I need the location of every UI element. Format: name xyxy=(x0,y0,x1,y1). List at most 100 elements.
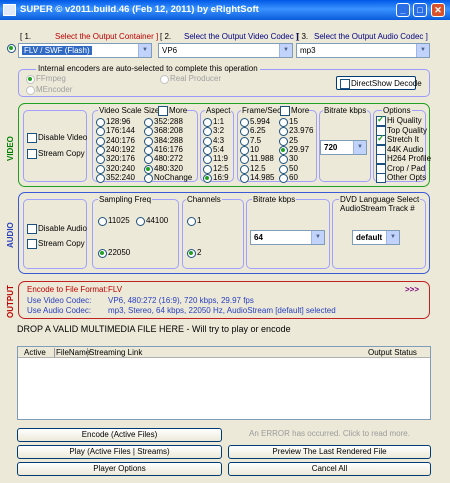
aspect-radio-3[interactable]: 5:4 xyxy=(203,145,224,155)
fps-more-checkbox[interactable]: More xyxy=(280,106,310,116)
output-audio-label: Use Audio Codec: xyxy=(27,306,92,315)
channel-radio-1[interactable]: 1 xyxy=(187,216,201,226)
error-message-link[interactable]: An ERROR has occurred. Click to read mor… xyxy=(228,428,431,442)
column-header-active[interactable]: Active xyxy=(24,348,46,357)
video-bitrate-title: Bitrate kbps xyxy=(323,106,368,115)
output-format-value: FLV xyxy=(108,285,123,294)
option-checkbox-2[interactable]: Stretch It xyxy=(376,133,419,145)
scale-radio-b-6[interactable]: NoChange xyxy=(144,173,192,183)
column-header-filename[interactable]: FileName xyxy=(54,348,90,357)
fps-radio-b-5[interactable]: 50 xyxy=(279,164,298,174)
fps-radio-b-2[interactable]: 25 xyxy=(279,136,298,146)
scale-radio-a-1[interactable]: 176:144 xyxy=(96,126,135,137)
video-bitrate-value: 720 xyxy=(324,143,338,152)
audio-side-label: AUDIO xyxy=(6,222,15,248)
aspect-radio-6[interactable]: 16:9 xyxy=(203,173,229,183)
aspect-radio-2[interactable]: 4:3 xyxy=(203,136,224,146)
option-checkbox-3[interactable]: 44K Audio xyxy=(376,144,423,155)
fps-radio-a-3[interactable]: 10 xyxy=(240,145,259,155)
aspect-title: Aspect xyxy=(205,106,232,115)
container-value: FLV / SWF (Flash) xyxy=(22,46,92,55)
scale-radio-b-3[interactable]: 416:176 xyxy=(144,145,183,155)
option-checkbox-5[interactable]: Crop / Pad xyxy=(376,163,425,174)
option-checkbox-0[interactable]: Hi Quality xyxy=(376,114,422,126)
scale-radio-b-1[interactable]: 368:208 xyxy=(144,126,183,137)
option-checkbox-4[interactable]: H264 Profile xyxy=(376,154,431,164)
container-select[interactable]: FLV / SWF (Flash) ▼ xyxy=(18,43,152,58)
window-title: SUPER © v2011.build.46 (Feb 12, 2011) by… xyxy=(20,4,259,15)
title-bar[interactable]: SUPER © v2011.build.46 (Feb 12, 2011) by… xyxy=(0,0,450,20)
disable-video-checkbox[interactable]: Disable Video xyxy=(27,133,87,143)
fps-radio-b-1[interactable]: 23.976 xyxy=(279,126,313,137)
video-codec-step: [ 2. xyxy=(160,32,172,41)
channel-radio-2[interactable]: 2 xyxy=(187,248,201,258)
audio-track-value: default xyxy=(356,233,383,242)
option-checkbox-6[interactable]: Other Opts xyxy=(376,173,426,183)
fps-radio-b-6[interactable]: 60 xyxy=(279,173,298,183)
fps-radio-a-6[interactable]: 14.985 xyxy=(240,173,274,183)
fps-radio-a-0[interactable]: 5.994 xyxy=(240,117,270,127)
fps-radio-a-1[interactable]: 6.25 xyxy=(240,126,266,137)
audio-codec-label: Select the Output Audio Codec ] xyxy=(314,32,428,41)
fps-radio-a-5[interactable]: 12.5 xyxy=(240,164,266,174)
scale-radio-b-4[interactable]: 480:272 xyxy=(144,154,183,165)
video-bitrate-select[interactable]: 720 ▼ xyxy=(320,140,367,155)
aspect-radio-4[interactable]: 11:9 xyxy=(203,154,228,165)
directshow-checkbox[interactable]: DirectShow Decode xyxy=(340,79,422,89)
aspect-radio-5[interactable]: 12:5 xyxy=(203,164,229,174)
maximize-button[interactable]: □ xyxy=(413,3,427,17)
disable-audio-checkbox[interactable]: Disable Audio xyxy=(27,224,87,234)
freq-radio-44100[interactable]: 44100 xyxy=(136,216,168,226)
audio-stream-copy-checkbox[interactable]: Stream Copy xyxy=(27,239,85,249)
scale-radio-a-0[interactable]: 128:96 xyxy=(96,117,130,127)
video-stream-copy-checkbox[interactable]: Stream Copy xyxy=(27,149,85,159)
video-toggle-box xyxy=(23,110,87,182)
freq-radio-22050[interactable]: 22050 xyxy=(98,248,130,258)
scale-more-checkbox[interactable]: More xyxy=(158,106,188,116)
player-options-button[interactable]: Player Options xyxy=(17,462,222,476)
output-more-arrows[interactable]: >>> xyxy=(405,285,419,294)
real-producer-radio[interactable]: Real Producer xyxy=(160,74,221,84)
directshow-toggle[interactable]: DirectShow Decode xyxy=(336,76,422,90)
encode-button[interactable]: Encode (Active Files) xyxy=(17,428,222,442)
fps-radio-a-2[interactable]: 7.5 xyxy=(240,136,261,146)
fps-radio-b-4[interactable]: 30 xyxy=(279,154,298,165)
play-button[interactable]: Play (Active Files | Streams) xyxy=(17,445,222,459)
file-list-table[interactable]: Active FileName Streaming Link Output St… xyxy=(17,346,431,420)
scale-radio-a-2[interactable]: 240:176 xyxy=(96,136,135,146)
scale-radio-a-3[interactable]: 240:192 xyxy=(96,145,135,155)
channels-title: Channels xyxy=(186,195,222,204)
ffmpeg-radio[interactable]: FFmpeg xyxy=(26,74,66,84)
chevron-down-icon: ▼ xyxy=(416,44,429,57)
aspect-radio-0[interactable]: 1:1 xyxy=(203,117,224,127)
fps-radio-b-3[interactable]: 29.97 xyxy=(279,145,309,155)
scale-radio-b-2[interactable]: 384:288 xyxy=(144,136,183,146)
aspect-radio-1[interactable]: 3:2 xyxy=(203,126,224,137)
audio-toggle-box xyxy=(23,199,87,269)
fps-radio-b-0[interactable]: 15 xyxy=(279,117,298,127)
freq-radio-11025[interactable]: 11025 xyxy=(98,216,130,226)
column-header-streaming-link[interactable]: Streaming Link xyxy=(87,348,142,357)
video-side-label: VIDEO xyxy=(6,136,15,161)
scale-radio-a-5[interactable]: 320:240 xyxy=(96,164,135,174)
preview-button[interactable]: Preview The Last Rendered File xyxy=(228,445,431,459)
cancel-all-button[interactable]: Cancel All xyxy=(228,462,431,476)
scale-radio-b-0[interactable]: 352:288 xyxy=(144,117,183,127)
output-side-label: OUTPUT xyxy=(6,285,15,318)
scale-radio-b-5[interactable]: 480:320 xyxy=(144,164,183,174)
column-header-output-status[interactable]: Output Status xyxy=(368,348,417,357)
container-label: Select the Output Container ] xyxy=(55,32,159,41)
scale-radio-a-6[interactable]: 352:240 xyxy=(96,173,135,183)
close-button[interactable]: ✕ xyxy=(431,3,445,17)
chevron-down-icon: ▼ xyxy=(138,44,151,57)
fps-radio-a-4[interactable]: 11.988 xyxy=(240,154,274,165)
scale-radio-a-4[interactable]: 320:176 xyxy=(96,154,135,165)
video-codec-select[interactable]: VP6 ▼ xyxy=(158,43,293,58)
minimize-button[interactable]: _ xyxy=(396,3,410,17)
audio-codec-select[interactable]: mp3 ▼ xyxy=(296,43,430,58)
chevron-down-icon: ▼ xyxy=(386,231,399,244)
audio-bitrate-select[interactable]: 64 ▼ xyxy=(250,230,325,245)
audio-codec-step: [ 3. xyxy=(297,32,309,41)
mencoder-radio[interactable]: MEncoder xyxy=(26,85,72,95)
audio-track-select[interactable]: default ▼ xyxy=(352,230,400,245)
